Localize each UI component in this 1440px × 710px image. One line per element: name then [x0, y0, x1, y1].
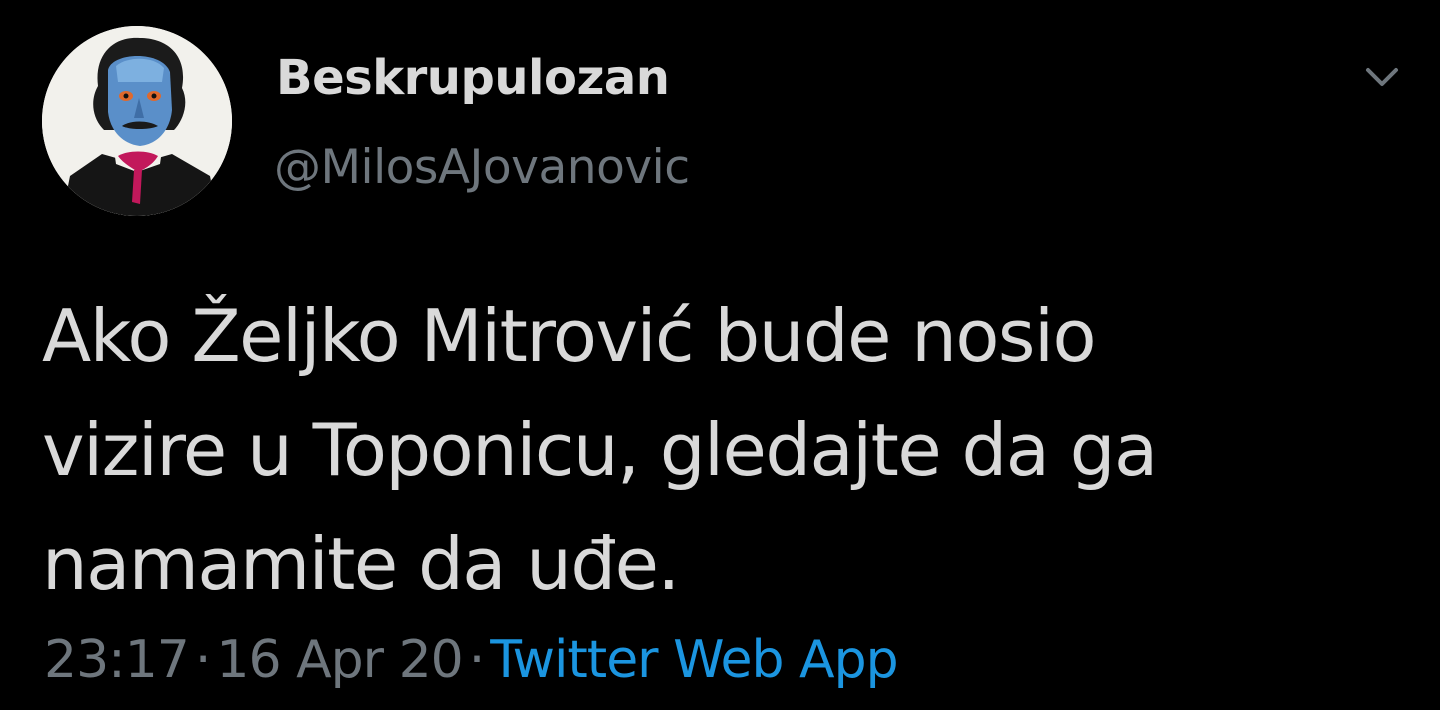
display-name[interactable]: Beskrupulozan [276, 46, 670, 110]
avatar[interactable] [42, 26, 232, 216]
tweet-card: Beskrupulozan @MilosAJovanovic Ako Željk… [0, 0, 1440, 710]
meta-separator: · [468, 630, 486, 690]
tweet-source-link[interactable]: Twitter Web App [490, 630, 898, 690]
portrait-avatar-icon [42, 26, 232, 216]
user-handle[interactable]: @MilosAJovanovic [274, 138, 690, 198]
tweet-text: Ako Željko Mitrović bude nosio vizire u … [42, 294, 1158, 606]
tweet-menu-button[interactable] [1354, 56, 1410, 100]
chevron-down-icon [1366, 68, 1398, 86]
tweet-meta: 23:17 · 16 Apr 20 · Twitter Web App [44, 626, 899, 694]
tweet-date[interactable]: 16 Apr 20 [216, 630, 463, 690]
meta-separator: · [194, 630, 212, 690]
tweet-time[interactable]: 23:17 [44, 630, 190, 690]
